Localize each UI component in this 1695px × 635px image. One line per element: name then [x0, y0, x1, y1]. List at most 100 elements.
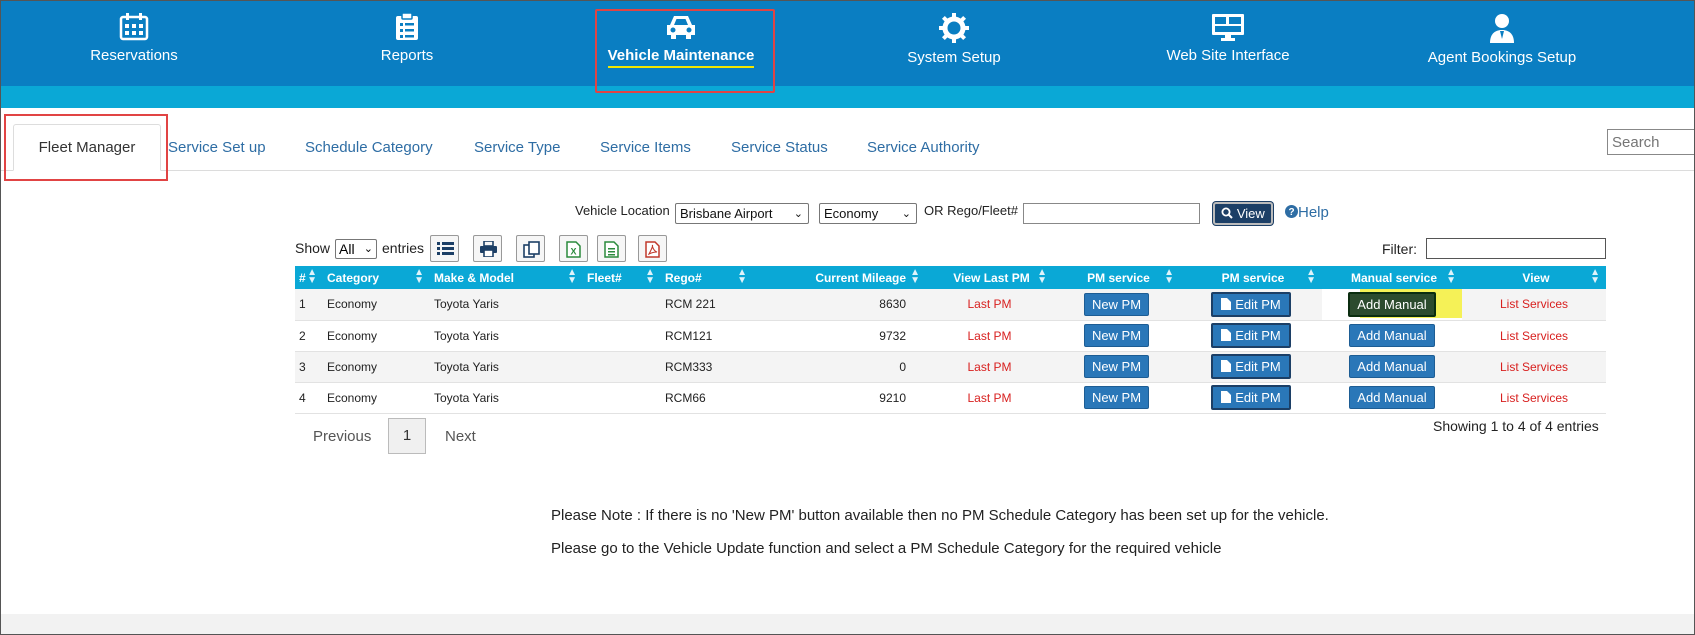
cell-list-services: List Services [1462, 289, 1606, 321]
tab-service-set-up[interactable]: Service Set up [168, 139, 266, 156]
pager-page-1[interactable]: 1 [388, 418, 426, 454]
rego-fleet-input[interactable] [1023, 203, 1200, 224]
col-pm-service-new[interactable]: PM service ▲ ▼ [1053, 266, 1180, 289]
top-nav: Reservations Reports Vehicle Maintenance [1, 1, 1694, 86]
tab-service-status[interactable]: Service Status [731, 139, 828, 156]
entries-select[interactable]: All ⌄ [335, 239, 377, 259]
edit-pm-button[interactable]: Edit PM [1211, 323, 1291, 348]
table-header-row: # ▲ ▼ Category ▲ ▼ Make & Model ▲ ▼ Fleet# ▲ ▼ R… [295, 266, 1606, 289]
col-pm-service-edit[interactable]: PM service ▲ ▼ [1180, 266, 1322, 289]
list-services-link[interactable]: List Services [1500, 297, 1568, 311]
tab-service-items[interactable]: Service Items [600, 139, 691, 156]
copy-button[interactable] [516, 235, 545, 262]
category-select[interactable]: Economy ⌄ [819, 203, 917, 224]
new-pm-button[interactable]: New PM [1083, 324, 1150, 347]
last-pm-link[interactable]: Last PM [967, 297, 1011, 311]
column-list-button[interactable] [430, 235, 459, 262]
cell-last-pm: Last PM [926, 382, 1053, 414]
list-services-link[interactable]: List Services [1500, 391, 1568, 405]
filter-label: Filter: [1382, 241, 1417, 257]
last-pm-link[interactable]: Last PM [967, 329, 1011, 343]
add-manual-button[interactable]: Add Manual [1348, 291, 1436, 317]
cell-mileage: 8630 [753, 289, 926, 321]
col-make-model[interactable]: Make & Model ▲ ▼ [430, 266, 583, 289]
add-manual-button[interactable]: Add Manual [1349, 324, 1435, 347]
nav-reports[interactable]: Reports [307, 13, 507, 64]
cell-mileage: 9732 [753, 320, 926, 352]
entries-label: entries [382, 240, 425, 256]
print-button[interactable] [473, 235, 502, 262]
tab-service-type[interactable]: Service Type [474, 139, 560, 156]
vehicle-location-value: Brisbane Airport [680, 206, 773, 221]
nav-agent-bookings-setup[interactable]: Agent Bookings Setup [1402, 13, 1602, 66]
cell-fleet [583, 382, 661, 414]
col-view[interactable]: View ▲ ▼ [1462, 266, 1606, 289]
nav-label: Reservations [90, 47, 178, 64]
help-link[interactable]: ? Help [1285, 204, 1329, 221]
vehicle-location-select[interactable]: Brisbane Airport ⌄ [675, 203, 809, 224]
calendar-icon [119, 13, 149, 41]
table-row: 3 Economy Toyota Yaris RCM333 0 Last PM … [295, 351, 1606, 383]
table-row: 1 Economy Toyota Yaris RCM 221 8630 Last… [295, 289, 1606, 321]
cell-rego: RCM121 [661, 320, 753, 352]
col-view-last-pm[interactable]: View Last PM ▲ ▼ [926, 266, 1053, 289]
edit-pm-button[interactable]: Edit PM [1211, 291, 1291, 317]
csv-export-button[interactable] [597, 235, 626, 262]
new-pm-button[interactable]: New PM [1083, 355, 1150, 378]
entries-select-value: All [339, 241, 355, 257]
cell-edit-pm: Edit PM [1180, 289, 1322, 321]
col-manual-service[interactable]: Manual service ▲ ▼ [1322, 266, 1462, 289]
copy-icon [523, 241, 540, 258]
view-button[interactable]: View [1213, 202, 1273, 225]
pager-previous[interactable]: Previous [313, 428, 371, 445]
table-row: 4 Economy Toyota Yaris RCM66 9210 Last P… [295, 382, 1606, 414]
filter-input[interactable] [1426, 238, 1606, 259]
col-fleet[interactable]: Fleet# ▲ ▼ [583, 266, 661, 289]
search-input[interactable] [1607, 129, 1694, 155]
sort-icon: ▲ ▼ [645, 267, 655, 286]
excel-export-button[interactable]: X [559, 235, 588, 262]
tab-schedule-category[interactable]: Schedule Category [305, 139, 433, 156]
print-icon [480, 241, 497, 257]
sort-icon: ▲ ▼ [1037, 267, 1047, 286]
cell-fleet [583, 351, 661, 383]
col-current-mileage[interactable]: Current Mileage ▲ ▼ [753, 266, 926, 289]
chevron-down-icon: ⌄ [363, 243, 373, 255]
cell-number: 4 [295, 382, 323, 414]
sort-icon: ▲ ▼ [414, 267, 424, 286]
cell-category: Economy [323, 382, 430, 414]
list-services-link[interactable]: List Services [1500, 360, 1568, 374]
nav-reservations[interactable]: Reservations [34, 13, 234, 64]
cell-add-manual: Add Manual [1322, 351, 1462, 383]
note-line-2: Please go to the Vehicle Update function… [551, 540, 1222, 557]
cell-number: 2 [295, 320, 323, 352]
document-icon [1221, 360, 1232, 372]
pager-next[interactable]: Next [445, 428, 476, 445]
last-pm-link[interactable]: Last PM [967, 391, 1011, 405]
new-pm-button[interactable]: New PM [1083, 292, 1150, 316]
last-pm-link[interactable]: Last PM [967, 360, 1011, 374]
pdf-export-button[interactable] [638, 235, 667, 262]
fleet-table: # ▲ ▼ Category ▲ ▼ Make & Model ▲ ▼ Fleet# ▲ ▼ R… [295, 266, 1606, 414]
chevron-down-icon: ⌄ [793, 208, 803, 220]
sort-icon: ▲ ▼ [307, 267, 317, 286]
col-number[interactable]: # ▲ ▼ [295, 266, 323, 289]
nav-web-site-interface[interactable]: Web Site Interface [1128, 13, 1328, 64]
edit-pm-button[interactable]: Edit PM [1211, 385, 1291, 410]
cell-category: Economy [323, 351, 430, 383]
cell-edit-pm: Edit PM [1180, 320, 1322, 352]
col-category[interactable]: Category ▲ ▼ [323, 266, 430, 289]
help-icon: ? [1285, 205, 1298, 218]
nav-system-setup[interactable]: System Setup [854, 13, 1054, 66]
tab-service-authority[interactable]: Service Authority [867, 139, 980, 156]
add-manual-button[interactable]: Add Manual [1349, 355, 1435, 378]
add-manual-button[interactable]: Add Manual [1349, 386, 1435, 409]
vehicle-location-label: Vehicle Location [575, 203, 670, 218]
sort-icon: ▲ ▼ [567, 267, 577, 286]
new-pm-button[interactable]: New PM [1083, 386, 1150, 409]
cell-number: 1 [295, 289, 323, 321]
list-services-link[interactable]: List Services [1500, 329, 1568, 343]
col-rego[interactable]: Rego# ▲ ▼ [661, 266, 753, 289]
svg-text:X: X [570, 247, 576, 257]
edit-pm-button[interactable]: Edit PM [1211, 354, 1291, 379]
